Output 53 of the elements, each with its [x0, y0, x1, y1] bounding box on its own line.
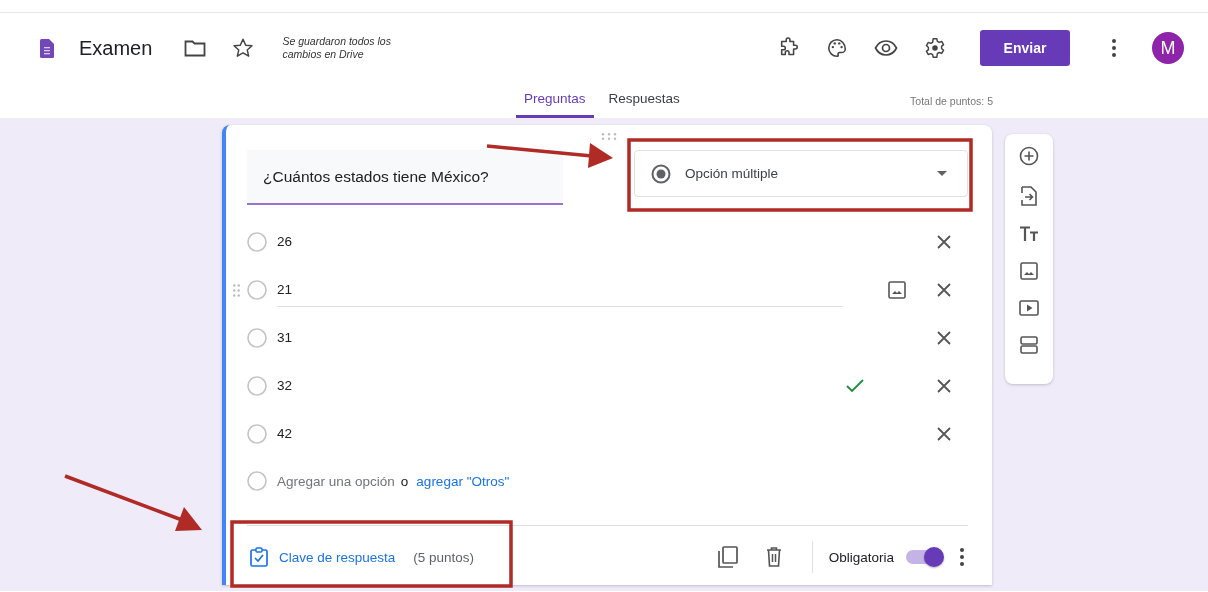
add-image-icon[interactable] [1020, 262, 1038, 280]
question-title-field[interactable]: ¿Cuántos estados tiene México? [247, 150, 563, 205]
tab[interactable]: Respuestas [600, 91, 688, 118]
form-title[interactable]: Examen [79, 36, 153, 60]
send-button[interactable]: Enviar [980, 30, 1070, 66]
option-field[interactable]: 21 [277, 273, 843, 307]
radio-button-icon [247, 376, 267, 396]
option-field[interactable]: 42 [277, 417, 843, 451]
add-other-link[interactable]: agregar "Otros" [416, 473, 510, 489]
forms-logo-icon[interactable] [40, 38, 54, 58]
radio-button-icon [247, 424, 267, 444]
required-toggle[interactable] [906, 550, 942, 564]
option-field[interactable]: 26 [277, 225, 843, 259]
close-icon[interactable] [937, 379, 951, 393]
drag-handle-icon[interactable] [233, 284, 240, 297]
close-icon[interactable] [937, 427, 951, 441]
more-icon[interactable] [960, 548, 964, 566]
answer-key-icon[interactable] [250, 547, 268, 567]
folder-icon[interactable] [184, 39, 207, 57]
option-field[interactable]: 32 [277, 369, 843, 403]
radio-button-icon [247, 328, 267, 348]
radio-button-icon [247, 471, 267, 491]
total-points: Total de puntos: 5 [910, 95, 993, 109]
add-option-field[interactable]: Agregar una opción [277, 473, 395, 489]
avatar[interactable]: M [1152, 32, 1184, 64]
dropdown-caret-icon[interactable] [937, 171, 947, 176]
radio-button-icon [247, 232, 267, 252]
answer-key-button[interactable]: Clave de respuesta [250, 547, 396, 567]
add-title-icon[interactable] [1019, 226, 1039, 242]
preview-eye-icon[interactable] [874, 39, 898, 57]
delete-icon[interactable] [765, 547, 782, 567]
radio-button-icon [247, 280, 267, 300]
points-label: (5 puntos) [413, 549, 475, 565]
question-type-dropdown[interactable]: Opción múltiple [634, 150, 968, 197]
close-icon[interactable] [937, 331, 951, 345]
duplicate-icon[interactable] [717, 546, 738, 568]
close-icon[interactable] [937, 235, 951, 249]
close-icon[interactable] [937, 283, 951, 297]
save-status: Se guardaron todos los cambios en Drive [282, 35, 392, 61]
radio-selected-icon [651, 163, 671, 184]
import-questions-icon[interactable] [1021, 186, 1037, 206]
add-question-icon[interactable] [1019, 146, 1039, 166]
more-icon[interactable] [1112, 39, 1116, 57]
star-icon[interactable] [232, 37, 255, 59]
drag-handle-icon[interactable] [601, 133, 617, 140]
settings-icon[interactable] [924, 37, 946, 59]
or-label: o [400, 473, 409, 489]
required-label: Obligatoria [828, 549, 894, 565]
image-icon[interactable] [888, 281, 906, 299]
option-field[interactable]: 31 [277, 321, 843, 355]
palette-icon[interactable] [826, 37, 848, 59]
add-video-icon[interactable] [1019, 300, 1039, 316]
add-section-icon[interactable] [1020, 336, 1038, 354]
